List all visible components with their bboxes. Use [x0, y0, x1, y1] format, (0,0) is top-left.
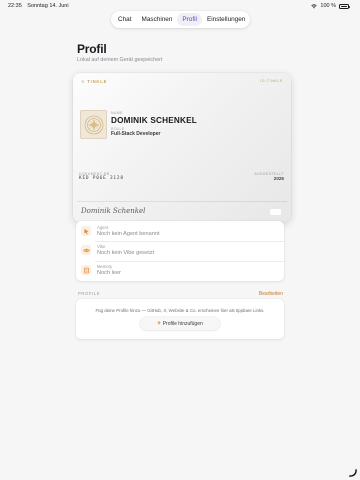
info-label: Memory	[97, 264, 113, 269]
vibe-icon	[81, 245, 91, 255]
page-title: Profil	[77, 42, 107, 56]
memory-icon	[81, 265, 91, 275]
card-role: Full-Stack Developer	[111, 131, 161, 137]
add-profile-button[interactable]: + Profile hinzufügen	[140, 317, 220, 330]
tab-chat[interactable]: Chat	[113, 13, 137, 26]
tab-profil[interactable]: Profil	[177, 13, 202, 26]
info-label: Vibe	[97, 244, 106, 249]
card-signature: Dominik Schenkel	[81, 207, 146, 215]
id-card[interactable]: ✕ TINKLE ID-TINKLE NAME DOMINIK SCHENKEL…	[73, 73, 291, 222]
info-value: Noch kein Vibe gesetzt	[97, 249, 155, 256]
card-brand-text: TINKLE	[87, 79, 108, 84]
tab-einstellungen[interactable]: Einstellungen	[202, 13, 250, 26]
plus-icon: +	[157, 320, 161, 327]
info-row-vibe[interactable]: Vibe Noch kein Vibe gesetzt	[76, 241, 284, 261]
card-doc-number: KED P06E 3128	[79, 176, 124, 181]
tab-maschinen[interactable]: Maschinen	[137, 13, 178, 26]
info-row-agent[interactable]: Agent Noch kein Agent benannt	[76, 222, 284, 242]
profiles-card: Füg deine Profile hinzu — GitHub, X, Web…	[76, 299, 284, 339]
card-name: DOMINIK SCHENKEL	[111, 116, 197, 125]
resize-handle-icon[interactable]	[348, 468, 357, 477]
card-year: 2026	[273, 176, 284, 181]
info-value: Noch leer	[97, 269, 121, 276]
status-right: 100 %	[311, 3, 350, 9]
card-name-label: NAME	[111, 111, 123, 115]
profiles-section-title: PROFILE	[78, 291, 101, 296]
info-row-memory[interactable]: Memory Noch leer	[76, 261, 284, 281]
status-left: 22:35 Sonntag 14. Juni	[8, 3, 69, 9]
add-profile-label: Profile hinzufügen	[162, 320, 203, 327]
status-time: 22:35	[8, 3, 22, 9]
card-brand: ✕ TINKLE	[81, 79, 107, 84]
card-chip	[270, 209, 281, 215]
tab-bar: Chat Maschinen Profil Einstellungen	[111, 11, 250, 28]
battery-percent: 100 %	[320, 3, 336, 9]
info-label: Agent	[97, 225, 108, 230]
card-divider	[77, 201, 287, 202]
info-list: Agent Noch kein Agent benannt Vibe Noch …	[76, 221, 284, 281]
info-value: Noch kein Agent benannt	[97, 230, 160, 237]
status-date: Sonntag 14. Juni	[27, 3, 69, 9]
card-code: ID-TINKLE	[260, 79, 283, 83]
page-subtitle: Lokal auf deinem Gerät gespeichert	[77, 57, 163, 63]
portrait-seal-icon	[80, 110, 107, 139]
profiles-edit-button[interactable]: Bearbeiten	[259, 291, 283, 297]
wifi-icon	[311, 3, 318, 8]
agent-icon	[81, 226, 91, 236]
profiles-description: Füg deine Profile hinzu — GitHub, X, Web…	[95, 308, 265, 313]
battery-icon	[339, 3, 350, 9]
